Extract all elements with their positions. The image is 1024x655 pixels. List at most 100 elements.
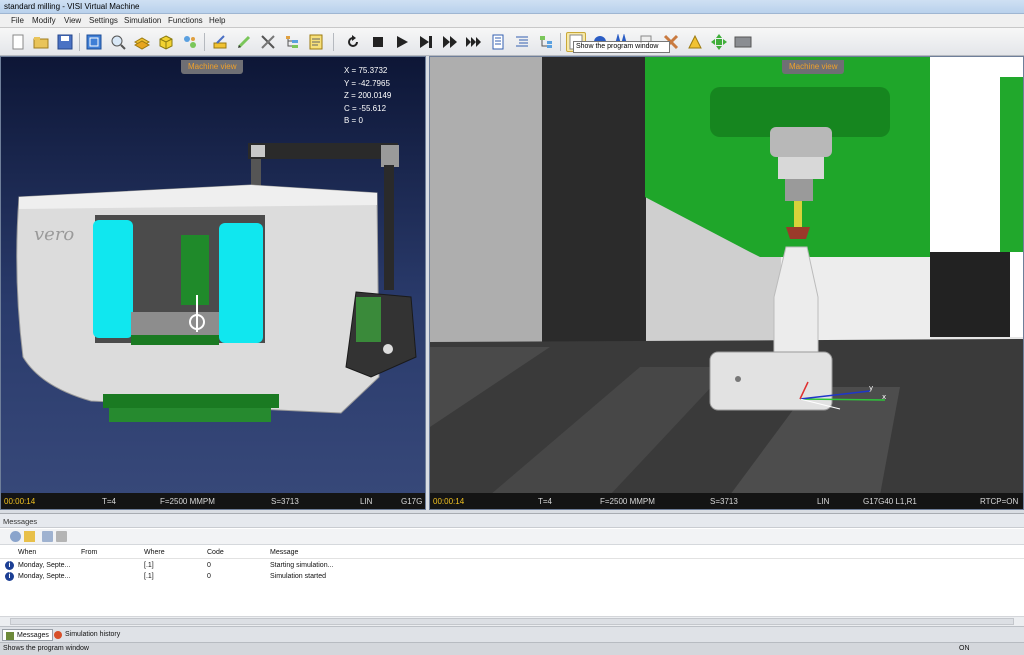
pencil-icon[interactable]	[234, 32, 254, 52]
message-row[interactable]: i Monday, Septe... [.1] 0 Simulation sta…	[0, 571, 1024, 582]
menu-settings[interactable]: Settings	[89, 16, 118, 25]
step-forward-icon[interactable]	[416, 32, 436, 52]
info-filter-icon[interactable]	[10, 531, 21, 542]
main-toolbar	[0, 28, 1024, 56]
message-code: 0	[207, 562, 211, 569]
options-tree-icon[interactable]	[536, 32, 556, 52]
menu-file[interactable]: File	[11, 16, 24, 25]
column-code[interactable]: Code	[207, 549, 224, 556]
assembly-icon[interactable]	[180, 32, 200, 52]
tab-messages[interactable]: Messages	[2, 629, 53, 641]
save-icon[interactable]	[55, 32, 75, 52]
move-icon[interactable]	[709, 32, 729, 52]
messages-tab-icon	[6, 632, 14, 640]
messages-toolbar	[0, 529, 1024, 545]
edit-tool-icon[interactable]	[210, 32, 230, 52]
new-file-icon[interactable]	[8, 32, 28, 52]
sim-time: 00:00:14	[4, 497, 36, 506]
status-bar: Shows the program window ON	[0, 642, 1024, 655]
view-label: Machine view	[782, 60, 845, 74]
layers-icon[interactable]	[132, 32, 152, 52]
status-text: Shows the program window	[3, 645, 89, 652]
program-indent-icon[interactable]	[512, 32, 532, 52]
menu-bar: File Modify View Settings Simulation Fun…	[0, 14, 1024, 28]
tab-messages-label: Messages	[17, 632, 49, 639]
scrollbar-thumb[interactable]	[10, 618, 1014, 625]
toolbar-separator	[560, 33, 561, 51]
rtcp-state: RTCP=ON	[980, 497, 1019, 506]
messages-column-headers: When From Where Code Message	[0, 547, 1024, 559]
tool-number: T=4	[538, 497, 553, 506]
tools-icon[interactable]	[258, 32, 278, 52]
message-when: Monday, Septe...	[18, 562, 71, 569]
report-icon[interactable]	[306, 32, 326, 52]
brand-logo: vero	[34, 224, 74, 245]
zoom-icon[interactable]	[108, 32, 128, 52]
tool-number: T=4	[102, 497, 117, 506]
toolbar-separator	[79, 33, 80, 51]
toolbar-separator	[333, 33, 334, 51]
axis-x-label: x	[882, 393, 886, 401]
spindle-speed: S=3713	[710, 497, 738, 506]
save-log-icon[interactable]	[42, 531, 53, 542]
message-where: [.1]	[144, 562, 154, 569]
skip-to-end-icon[interactable]	[464, 32, 484, 52]
tab-simulation-history-label: Simulation history	[65, 631, 121, 638]
play-icon[interactable]	[392, 32, 412, 52]
message-text: Simulation started	[270, 573, 327, 580]
clear-log-icon[interactable]	[56, 531, 67, 542]
info-icon: i	[5, 561, 14, 570]
open-folder-icon[interactable]	[31, 32, 51, 52]
message-where: [.1]	[144, 573, 154, 580]
messages-header: Messages	[0, 514, 1024, 528]
panel-icon[interactable]	[733, 32, 753, 52]
stop-icon[interactable]	[368, 32, 388, 52]
tool-closeup-3d: y x	[430, 57, 1023, 495]
message-text: Starting simulation...	[270, 562, 334, 569]
message-code: 0	[207, 573, 211, 580]
machine-view-left[interactable]: Machine view X = 75.3732 Y = -42.7965 Z …	[0, 56, 426, 510]
machine-model-3d: vero	[16, 143, 417, 422]
column-where[interactable]: Where	[144, 549, 165, 556]
feed-rate: F=2500 MMPM	[160, 497, 215, 506]
messages-panel: Messages When From Where Code Message i …	[0, 513, 1024, 626]
window-title: standard milling - VISI Virtual Machine	[4, 2, 140, 11]
cube-icon[interactable]	[156, 32, 176, 52]
left-view-status: 00:00:14 T=4 F=2500 MMPM S=3713 LIN G17G	[1, 493, 425, 509]
insert-icon[interactable]	[685, 32, 705, 52]
toolbar-tooltip: Show the program window	[573, 41, 670, 53]
gcode-state: G17G	[401, 497, 423, 506]
motion-mode: LIN	[817, 497, 830, 506]
spindle-speed: S=3713	[271, 497, 299, 506]
menu-modify[interactable]: Modify	[32, 16, 56, 25]
motion-mode: LIN	[360, 497, 373, 506]
fast-forward-icon[interactable]	[440, 32, 460, 52]
zoom-window-icon[interactable]	[84, 32, 104, 52]
sim-time: 00:00:14	[433, 497, 465, 506]
right-view-status: 00:00:14 T=4 F=2500 MMPM S=3713 LIN G17G…	[430, 493, 1023, 509]
message-when: Monday, Septe...	[18, 573, 71, 580]
menu-help[interactable]: Help	[209, 16, 225, 25]
messages-title: Messages	[3, 517, 38, 526]
column-when[interactable]: When	[18, 549, 36, 556]
menu-functions[interactable]: Functions	[168, 16, 203, 25]
warning-filter-icon[interactable]	[24, 531, 35, 542]
history-tab-icon	[54, 631, 62, 639]
tree-icon[interactable]	[282, 32, 302, 52]
menu-view[interactable]: View	[64, 16, 81, 25]
axis-y-label: y	[869, 384, 873, 392]
tab-simulation-history[interactable]: Simulation history	[51, 629, 123, 641]
column-from[interactable]: From	[81, 549, 97, 556]
panel-tabs: Messages Simulation history	[0, 626, 1024, 642]
column-message[interactable]: Message	[270, 549, 298, 556]
machine-view-right[interactable]: y x Machine view 00:00:14 T=4 F=2500 MMP…	[429, 56, 1024, 510]
feed-rate: F=2500 MMPM	[600, 497, 655, 506]
rewind-icon[interactable]	[343, 32, 363, 52]
menu-simulation[interactable]: Simulation	[124, 16, 161, 25]
gcode-state: G17G40 L1,R1	[863, 497, 917, 506]
toolbar-separator	[204, 33, 205, 51]
program-list-icon[interactable]	[488, 32, 508, 52]
messages-horizontal-scrollbar[interactable]	[0, 616, 1024, 626]
status-state: ON	[959, 645, 970, 652]
message-row[interactable]: i Monday, Septe... [.1] 0 Starting simul…	[0, 560, 1024, 571]
